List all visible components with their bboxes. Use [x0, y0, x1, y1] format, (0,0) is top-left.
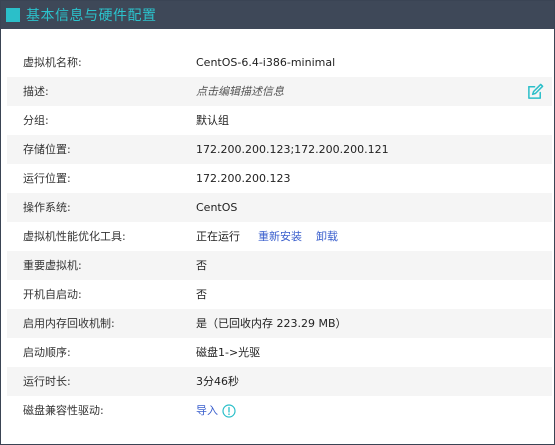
- vm-name-label: 虚拟机名称:: [23, 56, 82, 69]
- storage-value: 172.200.200.123;172.200.200.121: [196, 143, 389, 156]
- row-disk-driver: 磁盘兼容性驱动: 导入: [7, 396, 552, 425]
- row-run-location: 运行位置: 172.200.200.123: [7, 164, 552, 193]
- perf-tools-label: 虚拟机性能优化工具:: [23, 230, 126, 243]
- edit-icon[interactable]: [527, 83, 544, 100]
- panel-title: 基本信息与硬件配置: [26, 8, 157, 24]
- group-label: 分组:: [23, 114, 49, 127]
- autostart-label: 开机自启动:: [23, 288, 82, 301]
- row-description: 描述: 点击编辑描述信息: [7, 77, 552, 106]
- vm-info-panel: 基本信息与硬件配置 虚拟机名称: CentOS-6.4-i386-minimal…: [0, 0, 555, 445]
- row-vm-name: 虚拟机名称: CentOS-6.4-i386-minimal: [7, 48, 552, 77]
- disk-driver-value: 导入: [196, 396, 236, 425]
- description-label: 描述:: [23, 85, 49, 98]
- important-vm-label: 重要虚拟机:: [23, 259, 82, 272]
- disk-driver-label: 磁盘兼容性驱动:: [23, 404, 104, 417]
- autostart-value: 否: [196, 288, 207, 301]
- row-storage: 存储位置: 172.200.200.123;172.200.200.121: [7, 135, 552, 164]
- info-icon[interactable]: [222, 403, 236, 418]
- storage-label: 存储位置:: [23, 143, 71, 156]
- row-autostart: 开机自启动: 否: [7, 280, 552, 309]
- row-os: 操作系统: CentOS: [7, 193, 552, 222]
- row-uptime: 运行时长: 3分46秒: [7, 367, 552, 396]
- os-label: 操作系统:: [23, 201, 71, 214]
- row-perf-tools: 虚拟机性能优化工具: 正在运行 重新安装 卸载: [7, 222, 552, 251]
- boot-order-label: 启动顺序:: [23, 346, 71, 359]
- run-location-label: 运行位置:: [23, 172, 71, 185]
- memory-reclaim-label: 启用内存回收机制:: [23, 317, 115, 330]
- row-important-vm: 重要虚拟机: 否: [7, 251, 552, 280]
- header-accent-square: [6, 8, 20, 22]
- info-list: 虚拟机名称: CentOS-6.4-i386-minimal 描述: 点击编辑描…: [7, 48, 552, 425]
- import-link[interactable]: 导入: [196, 396, 218, 425]
- important-vm-value: 否: [196, 259, 207, 272]
- boot-order-value: 磁盘1->光驱: [196, 346, 261, 359]
- perf-tools-status: 正在运行: [196, 230, 240, 243]
- run-location-value: 172.200.200.123: [196, 172, 291, 185]
- panel-header: 基本信息与硬件配置: [1, 1, 554, 29]
- uptime-value: 3分46秒: [196, 375, 239, 388]
- description-value[interactable]: 点击编辑描述信息: [196, 77, 284, 106]
- memory-reclaim-value: 是（已回收内存 223.29 MB）: [196, 317, 347, 330]
- uptime-label: 运行时长:: [23, 375, 71, 388]
- row-boot-order: 启动顺序: 磁盘1->光驱: [7, 338, 552, 367]
- reinstall-link[interactable]: 重新安装: [258, 222, 302, 251]
- vm-name-value: CentOS-6.4-i386-minimal: [196, 56, 336, 69]
- perf-tools-value: 正在运行 重新安装 卸载: [196, 222, 338, 251]
- os-value: CentOS: [196, 201, 238, 214]
- row-memory-reclaim: 启用内存回收机制: 是（已回收内存 223.29 MB）: [7, 309, 552, 338]
- row-group: 分组: 默认组: [7, 106, 552, 135]
- group-value: 默认组: [196, 114, 229, 127]
- uninstall-link[interactable]: 卸载: [316, 222, 338, 251]
